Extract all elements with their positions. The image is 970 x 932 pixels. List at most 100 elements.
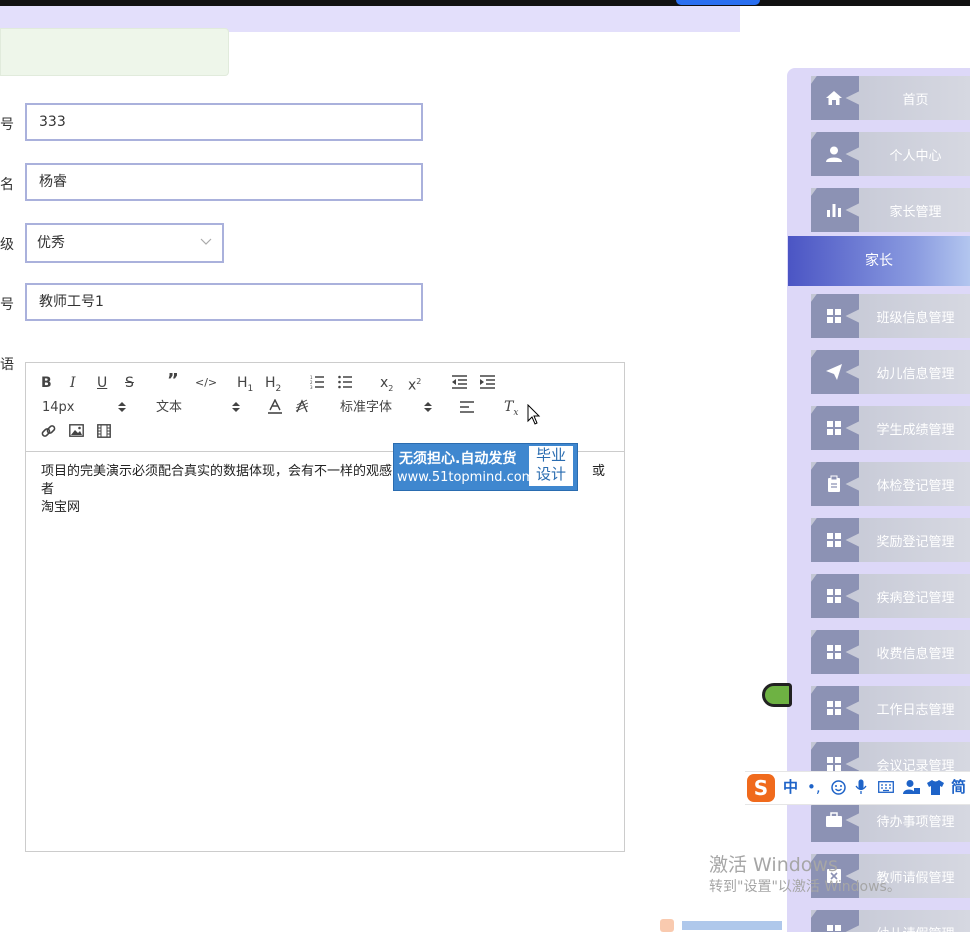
teacher-id-input[interactable]: 教师工号1 [25, 283, 423, 321]
align-icon[interactable] [460, 401, 474, 413]
activation-watermark-subtitle: 转到"设置"以激活 Windows。 [709, 879, 901, 895]
field-label-comment: 语 [0, 357, 14, 373]
sidebar-item-home[interactable]: 首页 [811, 76, 970, 120]
grid-icon [827, 645, 841, 659]
font-family-value: 标准字体 [340, 400, 393, 415]
editor-content-line2: 淘宝网 [41, 500, 81, 515]
field-label-id: 号 [0, 117, 14, 133]
notice-box [0, 28, 229, 76]
background-color-icon[interactable] [295, 399, 309, 415]
sidebar-item-label: 疾病登记管理 [876, 591, 955, 606]
name-input[interactable]: 杨睿 [25, 163, 423, 201]
ime-punct-button[interactable]: •, [807, 778, 821, 796]
id-input[interactable]: 333 [25, 103, 423, 141]
promo-side: 毕业 设计 [529, 446, 573, 486]
video-icon[interactable] [97, 424, 111, 438]
grid-icon [827, 309, 841, 323]
ime-logo[interactable]: S [747, 774, 775, 802]
grid-icon [827, 701, 841, 715]
activation-watermark-title: 激活 Windows [709, 854, 838, 876]
ime-simplified-button[interactable]: 简 [951, 778, 966, 796]
select-arrows-icon [232, 402, 240, 412]
sidebar-subitem-parent[interactable]: 家长 [788, 236, 970, 286]
skin-shirt-icon[interactable] [927, 780, 944, 795]
bold-button[interactable]: B [41, 374, 52, 392]
sidebar-item-parents[interactable]: 家长管理 [811, 188, 970, 232]
home-icon [826, 91, 842, 105]
h1-button[interactable]: H1 [237, 374, 253, 398]
rich-text-editor[interactable]: B I U S ” </> H1 H2 123 x2 x2 14px 文本 标准… [25, 362, 625, 852]
grid-icon [827, 589, 841, 603]
bar-chart-icon [827, 204, 841, 217]
code-button[interactable]: </> [195, 374, 217, 392]
sidebar-item-label: 幼儿请假管理 [861, 923, 970, 932]
promo-side-line2: 设计 [535, 465, 566, 483]
italic-button[interactable]: I [70, 374, 76, 392]
superscript-button[interactable]: x2 [408, 373, 421, 395]
grid-icon [827, 925, 841, 931]
font-color-icon[interactable] [268, 399, 282, 415]
indent-icon[interactable] [480, 375, 495, 389]
ime-mode-button[interactable]: 中 [783, 778, 798, 796]
h2-button[interactable]: H2 [265, 374, 281, 398]
sidebar-item-profile[interactable]: 个人中心 [811, 132, 970, 176]
bullet-list-icon[interactable] [338, 375, 352, 389]
sidebar-item-label: 幼儿信息管理 [876, 367, 955, 382]
user-settings-icon[interactable] [903, 779, 920, 795]
sidebar-item-rewards[interactable]: 奖励登记管理 [811, 518, 970, 562]
svg-text:3: 3 [310, 385, 313, 389]
image-icon[interactable] [69, 424, 84, 437]
field-label-level: 级 [0, 237, 14, 253]
sidebar-item-work-log[interactable]: 工作日志管理 [811, 686, 970, 730]
chevron-down-icon [200, 238, 212, 245]
sidebar-item-label: 工作日志管理 [876, 703, 955, 718]
sidebar-item-label: 学生成绩管理 [876, 423, 955, 438]
strike-button[interactable]: S [125, 374, 134, 392]
ordered-list-icon[interactable]: 123 [310, 375, 324, 389]
link-icon[interactable] [41, 424, 56, 439]
sidebar-item-child-info[interactable]: 幼儿信息管理 [811, 350, 970, 394]
ime-toolbar: S 中 •, 简 [745, 771, 970, 805]
blockquote-button[interactable]: ” [167, 372, 179, 390]
font-size-select[interactable]: 14px [42, 399, 126, 417]
sidebar-item-fees[interactable]: 收费信息管理 [811, 630, 970, 674]
sidebar-item-label: 首页 [902, 93, 929, 108]
level-select[interactable]: 优秀 [25, 223, 224, 263]
block-format-value: 文本 [156, 400, 183, 415]
microphone-icon[interactable] [855, 779, 867, 795]
floating-widget[interactable] [762, 683, 792, 707]
sidebar-item-label: 班级信息管理 [876, 311, 955, 326]
send-icon [826, 364, 842, 380]
sidebar-item-child-leave[interactable]: 幼儿请假管理 [811, 910, 970, 932]
keyboard-icon[interactable] [878, 781, 894, 793]
outdent-icon[interactable] [452, 375, 467, 389]
sidebar-item-checkup[interactable]: 体检登记管理 [811, 462, 970, 506]
promo-side-line1: 毕业 [535, 446, 566, 464]
editor-content-line1: 项目的完美演示必须配合真实的数据体现，会有不一样的观感 [41, 464, 393, 479]
sidebar-item-label: 家长管理 [889, 205, 942, 220]
ghost-ime-toolbar [660, 919, 782, 932]
taskbar-pill [676, 0, 760, 5]
briefcase-icon [826, 812, 842, 827]
user-icon [826, 146, 842, 162]
clear-format-button[interactable]: Tx [504, 398, 518, 422]
select-arrows-icon [118, 402, 126, 412]
block-format-select[interactable]: 文本 [156, 399, 240, 417]
sidebar-item-illness[interactable]: 疾病登记管理 [811, 574, 970, 618]
grid-icon [827, 421, 841, 435]
sidebar-item-grades[interactable]: 学生成绩管理 [811, 406, 970, 450]
font-size-value: 14px [42, 400, 75, 415]
mouse-cursor-icon [527, 404, 541, 425]
clipboard-icon [828, 475, 840, 492]
sidebar-item-label: 个人中心 [889, 149, 942, 164]
sidebar-item-class-info[interactable]: 班级信息管理 [811, 294, 970, 338]
emoji-icon[interactable] [831, 780, 846, 795]
underline-button[interactable]: U [97, 374, 107, 392]
sidebar-item-label: 收费信息管理 [876, 647, 955, 662]
promo-badge: 无须担心.自动发货 www.51topmind.com 毕业 设计 [393, 443, 578, 491]
promo-url: www.51topmind.com [397, 470, 535, 485]
grid-icon [827, 533, 841, 547]
font-family-select[interactable]: 标准字体 [340, 399, 432, 417]
sidebar-item-label: 待办事项管理 [876, 815, 955, 830]
subscript-button[interactable]: x2 [380, 374, 393, 398]
